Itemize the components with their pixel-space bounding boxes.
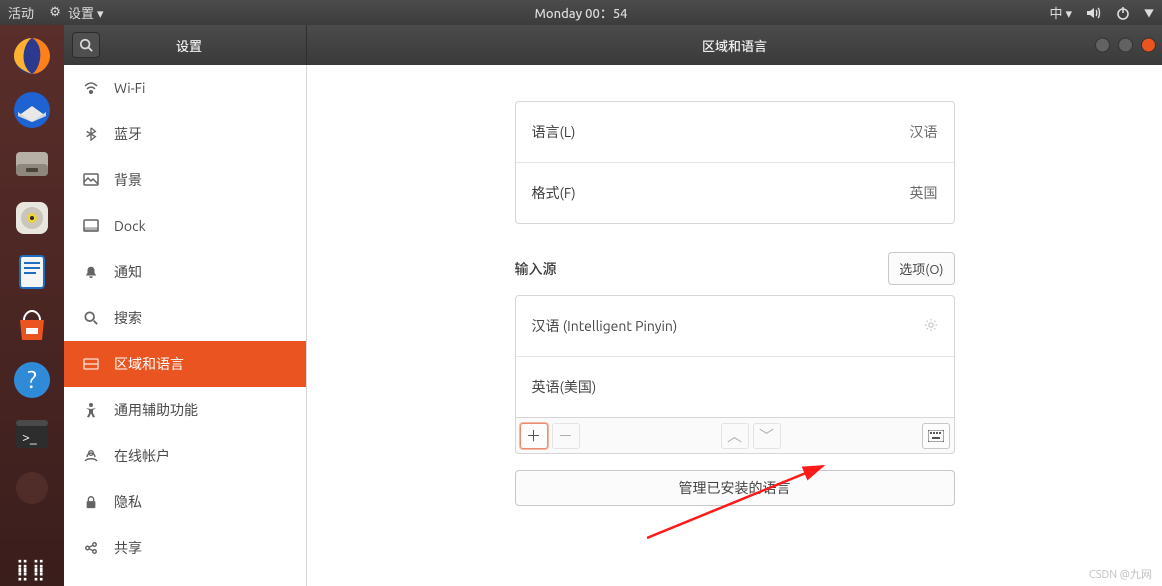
move-up-button[interactable]: ︿: [721, 423, 749, 449]
sidebar-item-online-accounts[interactable]: 在线帐户: [64, 433, 306, 479]
sidebar-item-accessibility[interactable]: 通用辅助功能: [64, 387, 306, 433]
input-source-row[interactable]: 汉语 (Intelligent Pinyin): [516, 296, 954, 356]
sidebar-search-button[interactable]: [72, 32, 100, 58]
launcher-rhythmbox[interactable]: [7, 193, 57, 243]
input-source-row[interactable]: 英语(美国): [516, 356, 954, 417]
search-icon: [79, 38, 93, 52]
input-sources-toolbar: ＋ － ︿ ﹀: [515, 418, 955, 454]
launcher-software[interactable]: [7, 301, 57, 351]
main-content: 语言(L) 汉语 格式(F) 英国 输入源 选项(O) 汉语 (Intellig…: [307, 65, 1162, 586]
window-controls: [1095, 38, 1156, 53]
minimize-button[interactable]: [1095, 38, 1110, 53]
dock-icon: [82, 217, 100, 235]
sidebar-item-region-language[interactable]: 区域和语言: [64, 341, 306, 387]
launcher-writer[interactable]: [7, 247, 57, 297]
ime-indicator[interactable]: 中 ▾: [1049, 3, 1072, 22]
manage-languages-button[interactable]: 管理已安装的语言: [515, 470, 955, 506]
sidebar-item-label: 搜索: [114, 308, 142, 328]
settings-sidebar: Wi-Fi 蓝牙 背景 Dock 通知 搜索 区域和语言 通用辅助功能 在线帐户…: [64, 65, 307, 586]
activities-button[interactable]: 活动: [8, 3, 34, 22]
sidebar-item-label: 背景: [114, 170, 142, 190]
format-label: 格式(F): [532, 183, 576, 203]
remove-input-source-button[interactable]: －: [552, 423, 580, 449]
close-button[interactable]: [1141, 38, 1156, 53]
svg-text:?: ?: [27, 366, 36, 393]
settings-window: 设置 区域和语言 Wi-Fi 蓝牙 背景 Dock 通知 搜索 区域和语言 通用…: [64, 25, 1162, 586]
share-icon: [82, 539, 100, 557]
sidebar-item-dock[interactable]: Dock: [64, 203, 306, 249]
launcher: ? >_ ⠿⠿⠿⠿: [0, 25, 64, 586]
bell-icon: [82, 263, 100, 281]
search-icon: [82, 309, 100, 327]
sidebar-item-search[interactable]: 搜索: [64, 295, 306, 341]
launcher-files[interactable]: [7, 139, 57, 189]
maximize-button[interactable]: [1118, 38, 1133, 53]
sidebar-item-label: Dock: [114, 218, 146, 234]
gear-icon[interactable]: [924, 318, 938, 335]
chevron-down-icon[interactable]: ▼: [1144, 5, 1154, 20]
sidebar-item-label: Wi-Fi: [114, 80, 145, 96]
sidebar-item-notifications[interactable]: 通知: [64, 249, 306, 295]
language-label: 语言(L): [532, 122, 576, 142]
sidebar-item-bluetooth[interactable]: 蓝牙: [64, 111, 306, 157]
power-icon[interactable]: [1114, 4, 1132, 22]
input-source-name: 汉语 (Intelligent Pinyin): [532, 316, 678, 336]
launcher-trash[interactable]: [7, 463, 57, 513]
keyboard-layout-button[interactable]: [922, 423, 950, 449]
wifi-icon: [82, 79, 100, 97]
input-source-name: 英语(美国): [532, 377, 597, 397]
options-button[interactable]: 选项(O): [888, 252, 954, 285]
move-down-button[interactable]: ﹀: [753, 423, 781, 449]
app-menu-label: 设置 ▾: [68, 3, 104, 22]
sidebar-item-background[interactable]: 背景: [64, 157, 306, 203]
language-row[interactable]: 语言(L) 汉语: [516, 102, 954, 162]
clock[interactable]: Monday 00：54: [535, 3, 628, 22]
volume-icon[interactable]: [1084, 4, 1102, 22]
keyboard-icon: [928, 430, 944, 442]
sidebar-item-label: 通知: [114, 262, 142, 282]
a11y-icon: [82, 401, 100, 419]
system-topbar: 活动 ⚙ 设置 ▾ Monday 00：54 中 ▾ ▼: [0, 0, 1162, 25]
sidebar-item-label: 隐私: [114, 492, 142, 512]
sidebar-item-wifi[interactable]: Wi-Fi: [64, 65, 306, 111]
sidebar-item-privacy[interactable]: 隐私: [64, 479, 306, 525]
sidebar-item-label: 在线帐户: [114, 446, 170, 466]
watermark: CSDN @九网: [1089, 566, 1152, 582]
window-header: 设置 区域和语言: [64, 25, 1162, 65]
input-sources-label: 输入源: [515, 259, 557, 279]
launcher-firefox[interactable]: [7, 31, 57, 81]
language-format-panel: 语言(L) 汉语 格式(F) 英国: [515, 101, 955, 224]
app-menu[interactable]: ⚙ 设置 ▾: [46, 3, 104, 22]
online-accounts-icon: [82, 447, 100, 465]
background-icon: [82, 171, 100, 189]
launcher-terminal[interactable]: >_: [7, 409, 57, 459]
lock-icon: [82, 493, 100, 511]
sidebar-item-label: 蓝牙: [114, 124, 142, 144]
launcher-thunderbird[interactable]: [7, 85, 57, 135]
format-value: 英国: [910, 183, 938, 203]
language-value: 汉语: [910, 122, 938, 142]
input-sources-list: 汉语 (Intelligent Pinyin) 英语(美国): [515, 295, 955, 418]
bluetooth-icon: [82, 125, 100, 143]
launcher-help[interactable]: ?: [7, 355, 57, 405]
sidebar-title: 设置: [108, 36, 270, 55]
add-input-source-button[interactable]: ＋: [520, 423, 548, 449]
sidebar-item-label: 通用辅助功能: [114, 400, 198, 420]
show-applications[interactable]: ⠿⠿⠿⠿: [16, 564, 48, 580]
globe-icon: [82, 355, 100, 373]
sidebar-item-sharing[interactable]: 共享: [64, 525, 306, 571]
format-row[interactable]: 格式(F) 英国: [516, 162, 954, 223]
sidebar-item-label: 共享: [114, 538, 142, 558]
gear-icon: ⚙: [46, 4, 64, 22]
page-title: 区域和语言: [307, 36, 1162, 55]
svg-text:>_: >_: [22, 429, 37, 445]
sidebar-item-label: 区域和语言: [114, 354, 184, 374]
